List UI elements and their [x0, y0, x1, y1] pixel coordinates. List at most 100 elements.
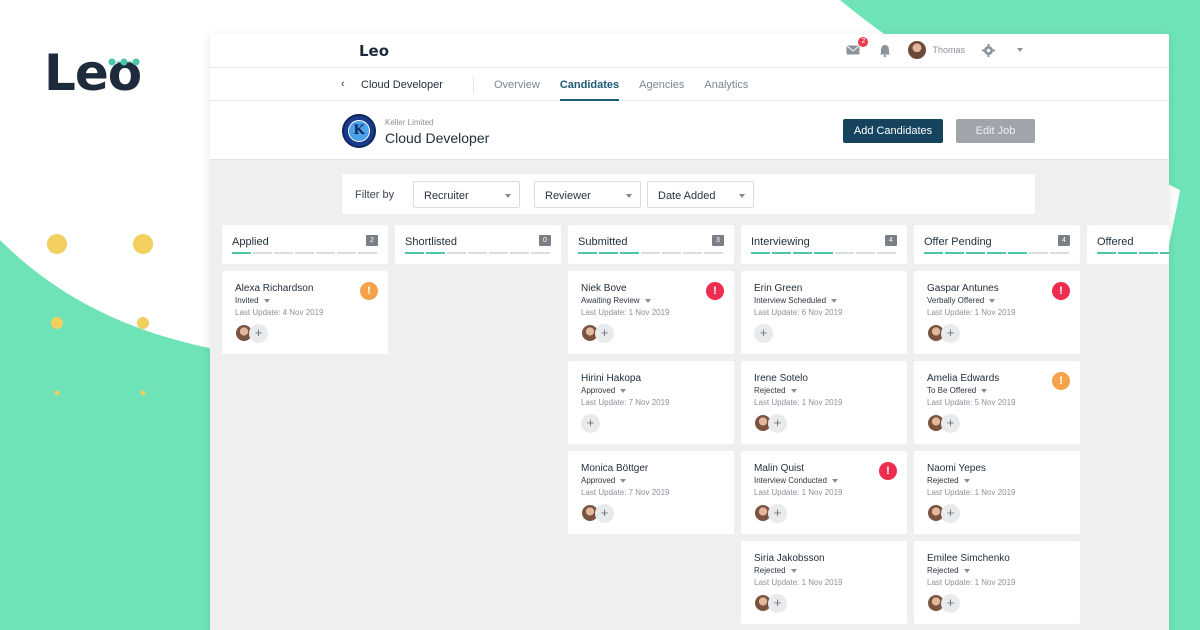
candidate-card[interactable]: Emilee Simchenko Rejected Last Update: 1 N… — [914, 541, 1080, 624]
candidate-status-dropdown[interactable]: Interview Conducted — [754, 476, 838, 485]
candidate-card[interactable]: Niek Bove Awaiting Review Last Update: 1 N… — [568, 271, 734, 354]
progress-segment — [1029, 252, 1048, 254]
app-logo[interactable]: Leo — [359, 42, 389, 60]
candidate-name[interactable]: Hirini Hakopa — [581, 373, 641, 384]
column-header[interactable]: Applied 2 — [222, 225, 388, 264]
candidate-status: Rejected — [754, 386, 786, 395]
reviewers: + — [754, 594, 787, 613]
board-column: Offered — [1087, 225, 1169, 264]
gear-icon[interactable] — [979, 41, 997, 59]
candidate-name[interactable]: Alexa Richardson — [235, 283, 313, 294]
candidate-name[interactable]: Emilee Simchenko — [927, 553, 1010, 564]
candidate-status-dropdown[interactable]: Rejected — [927, 476, 970, 485]
candidate-status: Approved — [581, 476, 616, 485]
candidate-status-dropdown[interactable]: Approved — [581, 476, 627, 485]
candidate-name[interactable]: Erin Green — [754, 283, 802, 294]
candidate-status-dropdown[interactable]: Invited — [235, 296, 270, 305]
candidate-card[interactable]: Monica Böttger Approved Last Update: 7 Nov… — [568, 451, 734, 534]
progress-segment — [924, 252, 943, 254]
add-reviewer-button[interactable]: + — [941, 594, 960, 613]
candidate-status-dropdown[interactable]: Rejected — [754, 566, 797, 575]
last-update: Last Update: 1 Nov 2019 — [754, 488, 843, 497]
chevron-down-icon[interactable] — [1011, 41, 1029, 59]
candidate-card[interactable]: Alexa Richardson Invited Last Update: 4 No… — [222, 271, 388, 354]
candidate-name[interactable]: Amelia Edwards — [927, 373, 999, 384]
bell-icon[interactable] — [876, 41, 894, 59]
reviewer-select[interactable]: Reviewer — [534, 181, 641, 208]
candidate-status-dropdown[interactable]: Awaiting Review — [581, 296, 651, 305]
candidate-status-dropdown[interactable]: Approved — [581, 386, 627, 395]
candidate-status-dropdown[interactable]: Rejected — [754, 386, 797, 395]
candidate-card[interactable]: Erin Green Interview Scheduled Last Update… — [741, 271, 907, 354]
column-header[interactable]: Offered — [1087, 225, 1169, 264]
mail-icon[interactable]: 2 — [844, 37, 869, 59]
candidate-name[interactable]: Niek Bove — [581, 283, 627, 294]
add-reviewer-button[interactable]: + — [768, 594, 787, 613]
tab-overview[interactable]: Overview — [494, 68, 540, 101]
candidate-card[interactable]: Naomi Yepes Rejected Last Update: 1 Nov 20… — [914, 451, 1080, 534]
alert-icon[interactable]: ! — [706, 282, 724, 300]
app-window: Leo 2 Thomas ‹ Cloud Developer Overview … — [210, 34, 1169, 630]
reviewers: + — [581, 504, 614, 523]
add-reviewer-button[interactable]: + — [595, 324, 614, 343]
candidate-card[interactable]: Hirini Hakopa Approved Last Update: 7 Nov … — [568, 361, 734, 444]
candidate-card[interactable]: Malin Quist Interview Conducted Last Updat… — [741, 451, 907, 534]
column-header[interactable]: Shortlisted 0 — [395, 225, 561, 264]
candidate-name[interactable]: Siria Jakobsson — [754, 553, 825, 564]
candidate-card[interactable]: Irene Sotelo Rejected Last Update: 1 Nov 2… — [741, 361, 907, 444]
column-header[interactable]: Interviewing 4 — [741, 225, 907, 264]
candidate-card[interactable]: Siria Jakobsson Rejected Last Update: 1 No… — [741, 541, 907, 624]
progress-segment — [578, 252, 597, 254]
reviewers: + — [927, 594, 960, 613]
candidate-status: Verbally Offered — [927, 296, 985, 305]
add-reviewer-button[interactable]: + — [754, 324, 773, 343]
recruiter-select[interactable]: Recruiter — [413, 181, 520, 208]
date-added-select-value: Date Added — [658, 190, 716, 202]
date-added-select[interactable]: Date Added — [647, 181, 754, 208]
progress-segment — [1050, 252, 1069, 254]
back-icon[interactable]: ‹ — [341, 78, 345, 90]
edit-job-button[interactable]: Edit Job — [956, 119, 1035, 143]
add-reviewer-button[interactable]: + — [581, 414, 600, 433]
column-header[interactable]: Submitted 3 — [568, 225, 734, 264]
alert-icon[interactable]: ! — [1052, 372, 1070, 390]
progress-segment — [1118, 252, 1137, 254]
add-reviewer-button[interactable]: + — [595, 504, 614, 523]
candidate-name[interactable]: Malin Quist — [754, 463, 804, 474]
candidate-status-dropdown[interactable]: Rejected — [927, 566, 970, 575]
tab-analytics[interactable]: Analytics — [704, 68, 748, 101]
candidate-status-dropdown[interactable]: Verbally Offered — [927, 296, 996, 305]
tab-candidates[interactable]: Candidates — [559, 68, 620, 101]
alert-icon[interactable]: ! — [1052, 282, 1070, 300]
sub-navigation: ‹ Cloud Developer Overview Candidates Ag… — [210, 68, 1169, 101]
candidate-name[interactable]: Naomi Yepes — [927, 463, 986, 474]
add-reviewer-button[interactable]: + — [768, 504, 787, 523]
candidate-name[interactable]: Gaspar Antunes — [927, 283, 999, 294]
company-logo: K — [342, 114, 376, 148]
add-reviewer-button[interactable]: + — [249, 324, 268, 343]
candidate-card[interactable]: Amelia Edwards To Be Offered Last Update: … — [914, 361, 1080, 444]
alert-icon[interactable]: ! — [879, 462, 897, 480]
progress-segment — [1160, 252, 1169, 254]
avatar — [908, 41, 927, 59]
user-menu[interactable]: Thomas — [908, 41, 965, 59]
column-header[interactable]: Offer Pending 4 — [914, 225, 1080, 264]
add-reviewer-button[interactable]: + — [941, 414, 960, 433]
progress-segment — [704, 252, 723, 254]
tab-agencies[interactable]: Agencies — [639, 68, 684, 101]
candidate-name[interactable]: Monica Böttger — [581, 463, 648, 474]
add-reviewer-button[interactable]: + — [941, 324, 960, 343]
alert-icon[interactable]: ! — [360, 282, 378, 300]
candidate-status: To Be Offered — [927, 386, 977, 395]
add-candidates-button[interactable]: Add Candidates — [843, 119, 943, 143]
progress-segment — [489, 252, 508, 254]
candidate-status-dropdown[interactable]: To Be Offered — [927, 386, 988, 395]
progress-segment — [405, 252, 424, 254]
candidate-status-dropdown[interactable]: Interview Scheduled — [754, 296, 838, 305]
candidate-card[interactable]: Gaspar Antunes Verbally Offered Last Updat… — [914, 271, 1080, 354]
add-reviewer-button[interactable]: + — [941, 504, 960, 523]
add-reviewer-button[interactable]: + — [768, 414, 787, 433]
candidate-name[interactable]: Irene Sotelo — [754, 373, 808, 384]
reviewers: + — [927, 504, 960, 523]
filter-label: Filter by — [355, 189, 395, 201]
